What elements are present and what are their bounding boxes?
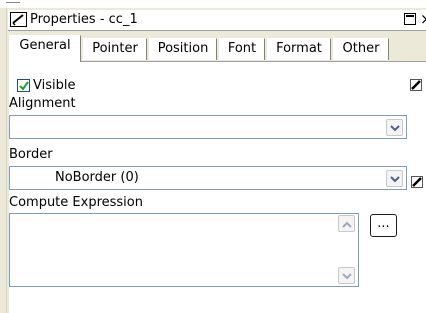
chevron-up-icon [342,221,352,228]
left-frame [0,8,7,313]
tab-other[interactable]: Other [333,38,389,60]
resize-handle-icon [6,2,20,7]
expression-scrollbar[interactable] [338,215,355,285]
checkmark-icon [19,81,29,91]
border-label: Border [9,147,53,162]
border-value: NoBorder (0) [55,170,139,185]
alignment-select[interactable] [9,115,407,139]
tab-position[interactable]: Position [149,38,217,60]
chevron-down-icon [390,125,400,132]
maximize-icon[interactable] [404,13,416,25]
tab-format[interactable]: Format [267,38,331,60]
tab-font[interactable]: Font [219,38,265,60]
scroll-up-button[interactable] [338,215,355,232]
visible-checkbox[interactable] [17,79,30,92]
chevron-down-icon [390,176,400,183]
scroll-down-button[interactable] [338,267,355,284]
window-title: Properties - cc_1 [30,12,138,27]
properties-window-icon [10,12,27,27]
visible-label: Visible [33,78,76,93]
alignment-dropdown-button[interactable] [386,119,403,136]
alignment-label: Alignment [9,96,76,111]
title-bar: Properties - cc_1 × [8,10,426,31]
border-pen-icon[interactable] [411,176,423,188]
border-select[interactable]: NoBorder (0) [9,166,407,190]
chevron-down-icon [342,273,352,280]
compute-expression-label: Compute Expression [9,195,143,210]
top-strip [0,0,426,8]
close-icon[interactable]: × [420,10,426,28]
tab-general[interactable]: General [9,35,81,62]
expression-pen-icon[interactable] [410,79,422,91]
compute-expression-textarea[interactable] [9,213,359,287]
border-dropdown-button[interactable] [386,170,403,187]
tab-pointer[interactable]: Pointer [83,38,147,60]
expression-builder-button[interactable]: ... [370,214,397,237]
